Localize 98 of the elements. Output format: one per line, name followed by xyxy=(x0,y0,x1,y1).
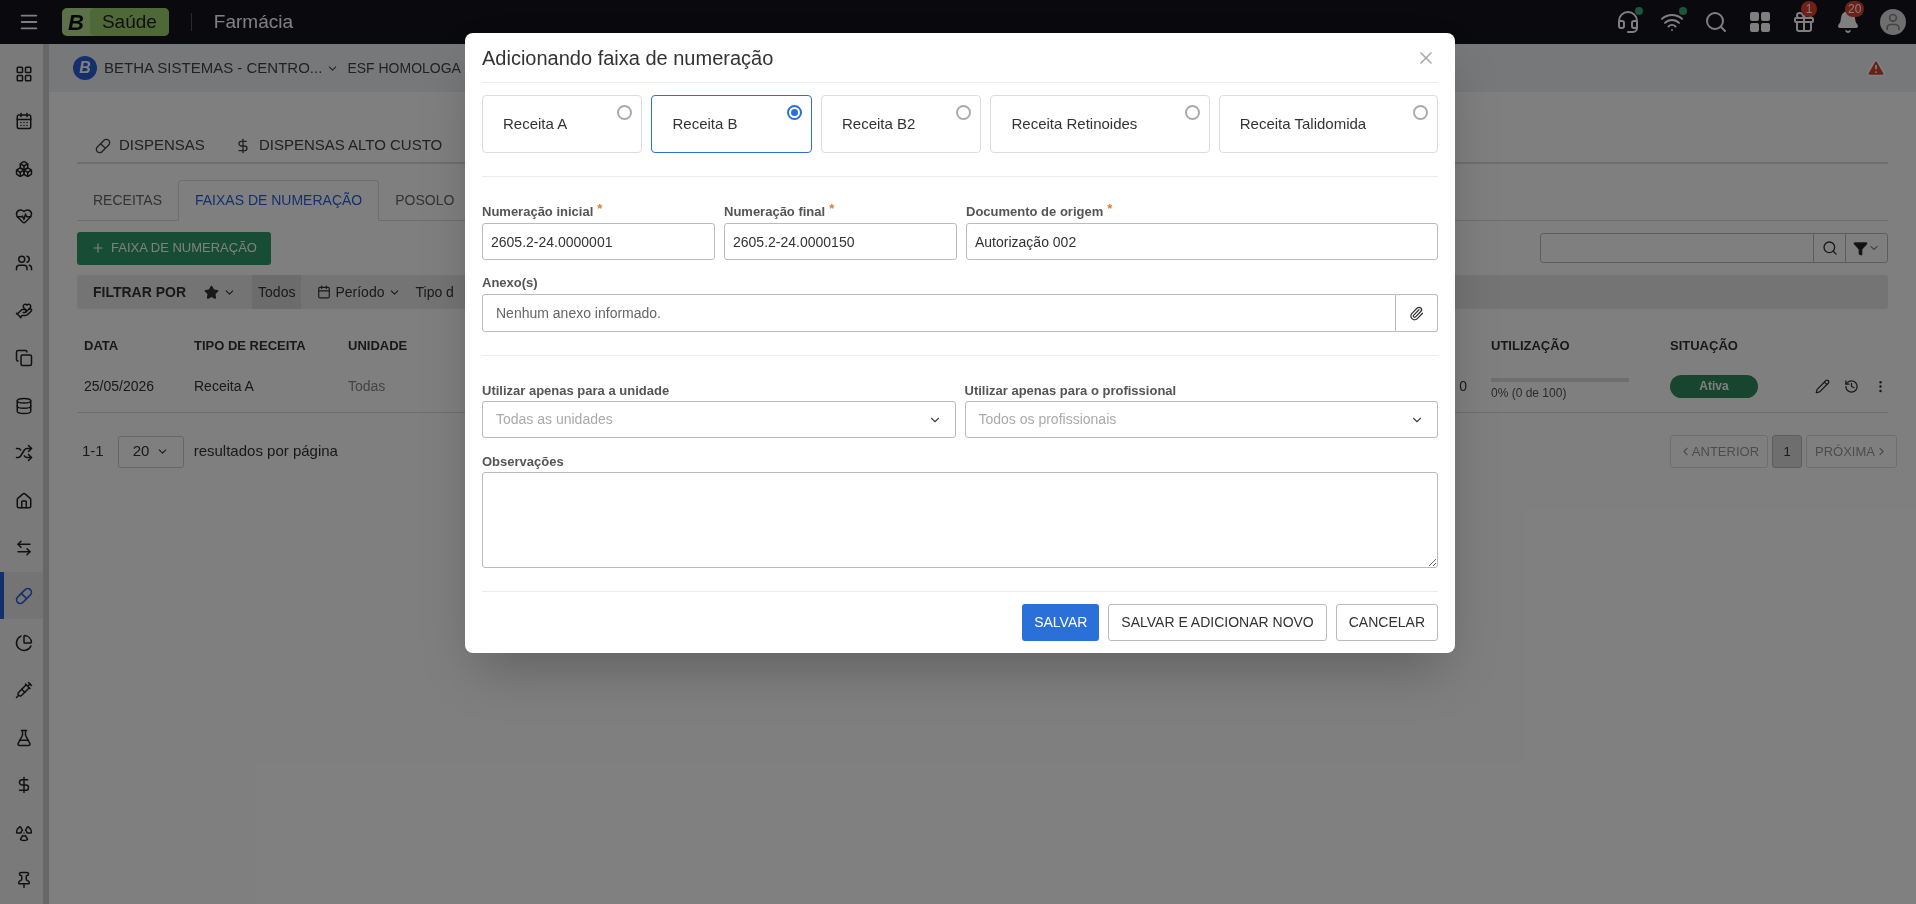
radio-icon xyxy=(786,105,802,120)
apps-icon[interactable] xyxy=(1748,10,1772,34)
edit-icon[interactable] xyxy=(1815,379,1830,394)
sidebar-item[interactable] xyxy=(0,571,43,620)
field-label: Numeração final xyxy=(724,203,826,218)
input-field[interactable]: 2605.2-24.0000001 xyxy=(482,223,715,260)
usage-text: 0% (0 de 100) xyxy=(1491,384,1568,402)
column-header: TIPO DE RECEITA xyxy=(194,338,306,354)
star-icon xyxy=(204,284,220,300)
tab[interactable]: RECEITAS xyxy=(77,180,178,220)
result-range: 1-1 xyxy=(82,441,104,462)
pills-icon xyxy=(14,586,33,605)
logo-letter: B xyxy=(67,8,85,37)
page-size-label: resultados por página xyxy=(193,441,338,462)
field-label: Anexo(s) xyxy=(482,274,539,289)
user-icon xyxy=(1883,12,1903,32)
search-icon[interactable] xyxy=(1704,10,1728,34)
add-range-button[interactable]: FAIXA DE NUMERAÇÃO xyxy=(77,231,271,265)
type-filter[interactable]: Tipo d xyxy=(415,281,454,303)
dialog-button[interactable]: SALVAR E ADICIONAR NOVO xyxy=(1108,604,1327,641)
field-label: Observações xyxy=(482,453,565,468)
filter-label: FILTRAR POR xyxy=(93,282,187,302)
hand-heart-icon xyxy=(14,301,33,320)
attachment-field[interactable]: Nenhum anexo informado. xyxy=(482,294,1396,332)
prescription-type-option[interactable]: Receita Talidomida xyxy=(1218,95,1438,153)
calendar-icon xyxy=(317,285,332,299)
period-filter[interactable]: Período xyxy=(317,281,402,303)
unit-selector[interactable]: ESF HOMOLOGA xyxy=(347,57,461,79)
favorite-filter[interactable]: Todos xyxy=(252,275,302,309)
prescription-type-option[interactable]: Receita B2 xyxy=(820,95,982,153)
app-title: Farmácia xyxy=(213,9,294,34)
dashboard-icon xyxy=(14,64,33,83)
users-icon xyxy=(14,254,33,273)
required-mark: * xyxy=(1107,200,1113,218)
table-cell: 0 xyxy=(1459,378,1467,394)
radiation-icon xyxy=(14,823,33,842)
field-label: Numeração inicial xyxy=(482,203,594,218)
pill-icon xyxy=(95,137,111,154)
pie-chart-icon xyxy=(14,633,33,652)
radio-icon xyxy=(1413,105,1428,120)
headset-icon[interactable] xyxy=(1616,10,1640,34)
table-cell: 25/05/2026 xyxy=(84,378,155,394)
search-icon xyxy=(1821,240,1838,256)
count-badge: 1 xyxy=(1801,1,1817,17)
column-header: DATA xyxy=(84,338,119,354)
filter-icon xyxy=(1853,240,1868,256)
notes-field[interactable] xyxy=(482,472,1438,568)
column-header: UTILIZAÇÃO xyxy=(1491,338,1570,354)
home-icon xyxy=(14,491,33,510)
table-cell: Receita A xyxy=(194,378,254,394)
plus-icon xyxy=(91,241,105,255)
copy-icon xyxy=(14,349,33,368)
attach-button[interactable] xyxy=(1396,294,1438,332)
input-field[interactable]: 2605.2-24.0000150 xyxy=(724,223,957,260)
radio-icon xyxy=(1184,105,1200,120)
syringe-icon xyxy=(14,681,33,700)
field-label: Utilizar apenas para o profissional xyxy=(964,382,1178,397)
required-mark: * xyxy=(829,200,835,218)
history-icon[interactable] xyxy=(1844,379,1859,394)
module-tab[interactable]: DISPENSAS ALTO CUSTO xyxy=(234,129,443,162)
logo-text: Saúde xyxy=(89,8,169,36)
tab[interactable]: FAIXAS DE NUMERAÇÃO xyxy=(178,180,380,221)
heart-icon xyxy=(14,207,33,226)
prescription-type-option[interactable]: Receita A xyxy=(482,95,643,153)
status-badge: Ativa xyxy=(1670,375,1758,398)
prescription-type-option[interactable]: Receita Retinoides xyxy=(990,95,1210,153)
dropdown-field[interactable]: Todos os profissionais xyxy=(964,401,1438,438)
dialog-title: Adicionando faixa de numeração xyxy=(482,45,774,71)
table-cell: Todas xyxy=(348,378,386,394)
dialog-button[interactable]: CANCELAR xyxy=(1335,604,1438,641)
page-button[interactable]: 1 xyxy=(1772,435,1803,468)
count-badge: 20 xyxy=(1845,1,1865,17)
required-mark: * xyxy=(597,200,603,218)
input-field[interactable]: Autorização 002 xyxy=(966,223,1438,260)
warning-icon[interactable] xyxy=(1866,58,1886,78)
search-field[interactable] xyxy=(1540,233,1888,263)
paperclip-icon xyxy=(1409,305,1424,321)
calendar-icon xyxy=(14,112,33,131)
prescription-type-option[interactable]: Receita B xyxy=(651,95,812,153)
arrows-icon xyxy=(14,539,33,558)
boxes-icon xyxy=(14,159,33,178)
radio-icon xyxy=(617,105,633,120)
entity-selector[interactable]: BETHA SISTEMAS - CENTRO... xyxy=(104,56,340,80)
tab[interactable]: POSOLO xyxy=(379,180,471,220)
module-tab[interactable]: DISPENSAS xyxy=(95,129,205,162)
page-size-select[interactable]: 20 xyxy=(117,435,184,468)
dropdown-field[interactable]: Todas as unidades xyxy=(482,401,956,438)
field-label: Utilizar apenas para a unidade xyxy=(482,382,671,397)
avatar[interactable] xyxy=(1880,9,1906,35)
flask-icon xyxy=(14,728,33,747)
field-label: Documento de origem xyxy=(966,203,1104,218)
column-header: SITUAÇÃO xyxy=(1670,338,1738,354)
radio-icon xyxy=(956,105,972,120)
column-header: UNIDADE xyxy=(348,338,408,354)
shuffle-icon xyxy=(14,444,33,463)
dialog-button[interactable]: SALVAR xyxy=(1022,604,1100,641)
coins-icon xyxy=(14,396,33,415)
entity-logo: B xyxy=(73,56,97,80)
